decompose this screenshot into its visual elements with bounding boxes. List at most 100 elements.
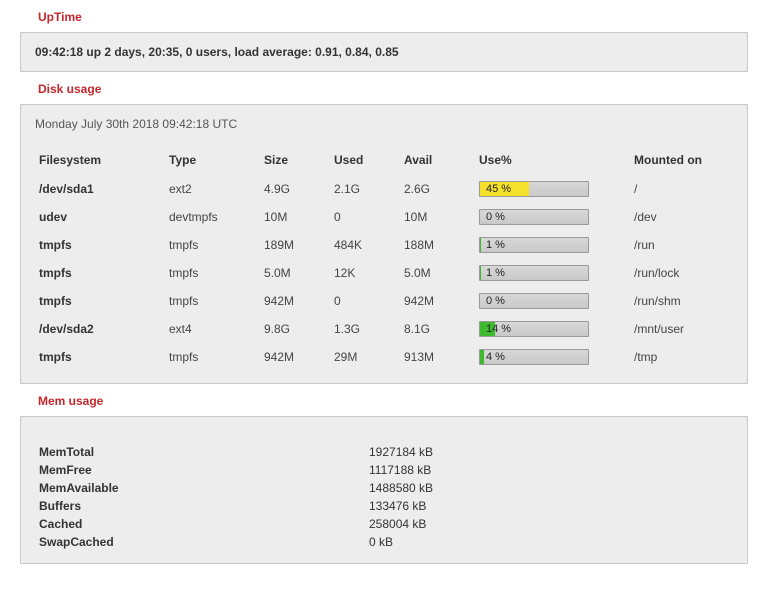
cell-size: 9.8G (260, 315, 330, 343)
usage-bar: 0 % (479, 293, 589, 309)
mem-val: 1927184 kB (365, 443, 437, 461)
cell-avail: 913M (400, 343, 475, 371)
usage-bar-label: 0 % (486, 211, 505, 223)
mem-val: 1117188 kB (365, 461, 437, 479)
cell-mount: /run (630, 231, 733, 259)
mem-val: 0 kB (365, 533, 437, 551)
usage-bar-label: 45 % (486, 183, 511, 195)
cell-mount: /run/lock (630, 259, 733, 287)
cell-avail: 942M (400, 287, 475, 315)
cell-fs: tmpfs (35, 343, 165, 371)
cell-mount: /mnt/user (630, 315, 733, 343)
cell-avail: 2.6G (400, 175, 475, 203)
cell-used: 1.3G (330, 315, 400, 343)
cell-usep: 4 % (475, 343, 630, 371)
col-usep: Use% (475, 147, 630, 175)
cell-type: tmpfs (165, 343, 260, 371)
table-row: /dev/sda1ext24.9G2.1G2.6G 45 % / (35, 175, 733, 203)
table-row: MemTotal1927184 kB (35, 443, 437, 461)
cell-usep: 0 % (475, 287, 630, 315)
disk-title: Disk usage (38, 82, 748, 96)
uptime-title: UpTime (38, 10, 748, 24)
mem-key: SwapCached (35, 533, 365, 551)
cell-mount: /dev (630, 203, 733, 231)
col-mount: Mounted on (630, 147, 733, 175)
cell-fs: tmpfs (35, 287, 165, 315)
cell-type: tmpfs (165, 259, 260, 287)
cell-avail: 8.1G (400, 315, 475, 343)
cell-fs: udev (35, 203, 165, 231)
col-type: Type (165, 147, 260, 175)
cell-size: 4.9G (260, 175, 330, 203)
cell-type: tmpfs (165, 287, 260, 315)
mem-key: Buffers (35, 497, 365, 515)
usage-bar: 0 % (479, 209, 589, 225)
cell-size: 942M (260, 343, 330, 371)
uptime-text: 09:42:18 up 2 days, 20:35, 0 users, load… (35, 45, 399, 59)
table-row: Cached258004 kB (35, 515, 437, 533)
table-row: /dev/sda2ext49.8G1.3G8.1G 14 % /mnt/user (35, 315, 733, 343)
cell-usep: 14 % (475, 315, 630, 343)
cell-used: 2.1G (330, 175, 400, 203)
usage-bar-label: 14 % (486, 323, 511, 335)
table-row: tmpfstmpfs942M0942M0 %/run/shm (35, 287, 733, 315)
mem-table: MemTotal1927184 kBMemFree1117188 kBMemAv… (35, 443, 437, 551)
cell-used: 484K (330, 231, 400, 259)
usage-bar: 45 % (479, 181, 589, 197)
mem-val: 1488580 kB (365, 479, 437, 497)
table-row: udevdevtmpfs10M010M0 %/dev (35, 203, 733, 231)
cell-fs: /dev/sda1 (35, 175, 165, 203)
col-size: Size (260, 147, 330, 175)
cell-used: 0 (330, 287, 400, 315)
cell-fs: tmpfs (35, 259, 165, 287)
cell-fs: tmpfs (35, 231, 165, 259)
cell-usep: 0 % (475, 203, 630, 231)
mem-title: Mem usage (38, 394, 748, 408)
cell-mount: / (630, 175, 733, 203)
usage-bar: 4 % (479, 349, 589, 365)
cell-size: 189M (260, 231, 330, 259)
usage-bar: 1 % (479, 237, 589, 253)
col-avail: Avail (400, 147, 475, 175)
cell-type: ext4 (165, 315, 260, 343)
cell-used: 29M (330, 343, 400, 371)
table-row: tmpfstmpfs942M29M913M4 %/tmp (35, 343, 733, 371)
mem-val: 258004 kB (365, 515, 437, 533)
usage-bar-label: 1 % (486, 239, 505, 251)
cell-size: 5.0M (260, 259, 330, 287)
table-row: SwapCached0 kB (35, 533, 437, 551)
mem-key: MemAvailable (35, 479, 365, 497)
cell-avail: 188M (400, 231, 475, 259)
table-row: Buffers133476 kB (35, 497, 437, 515)
usage-bar-label: 4 % (486, 351, 505, 363)
cell-avail: 10M (400, 203, 475, 231)
cell-used: 12K (330, 259, 400, 287)
cell-type: ext2 (165, 175, 260, 203)
usage-bar-label: 1 % (486, 267, 505, 279)
usage-bar-label: 0 % (486, 295, 505, 307)
cell-usep: 1 % (475, 231, 630, 259)
mem-key: MemFree (35, 461, 365, 479)
col-fs: Filesystem (35, 147, 165, 175)
cell-type: tmpfs (165, 231, 260, 259)
cell-size: 10M (260, 203, 330, 231)
mem-key: MemTotal (35, 443, 365, 461)
mem-val: 133476 kB (365, 497, 437, 515)
table-row: tmpfstmpfs5.0M12K5.0M1 %/run/lock (35, 259, 733, 287)
table-row: MemFree1117188 kB (35, 461, 437, 479)
table-row: MemAvailable1488580 kB (35, 479, 437, 497)
cell-avail: 5.0M (400, 259, 475, 287)
disk-date: Monday July 30th 2018 09:42:18 UTC (35, 117, 733, 131)
cell-used: 0 (330, 203, 400, 231)
cell-type: devtmpfs (165, 203, 260, 231)
usage-bar: 14 % (479, 321, 589, 337)
mem-key: Cached (35, 515, 365, 533)
cell-mount: /tmp (630, 343, 733, 371)
mem-panel: MemTotal1927184 kBMemFree1117188 kBMemAv… (20, 416, 748, 564)
uptime-panel: 09:42:18 up 2 days, 20:35, 0 users, load… (20, 32, 748, 72)
cell-fs: /dev/sda2 (35, 315, 165, 343)
table-row: tmpfstmpfs189M484K188M1 %/run (35, 231, 733, 259)
disk-table: Filesystem Type Size Used Avail Use% Mou… (35, 147, 733, 371)
usage-bar: 1 % (479, 265, 589, 281)
cell-usep: 45 % (475, 175, 630, 203)
